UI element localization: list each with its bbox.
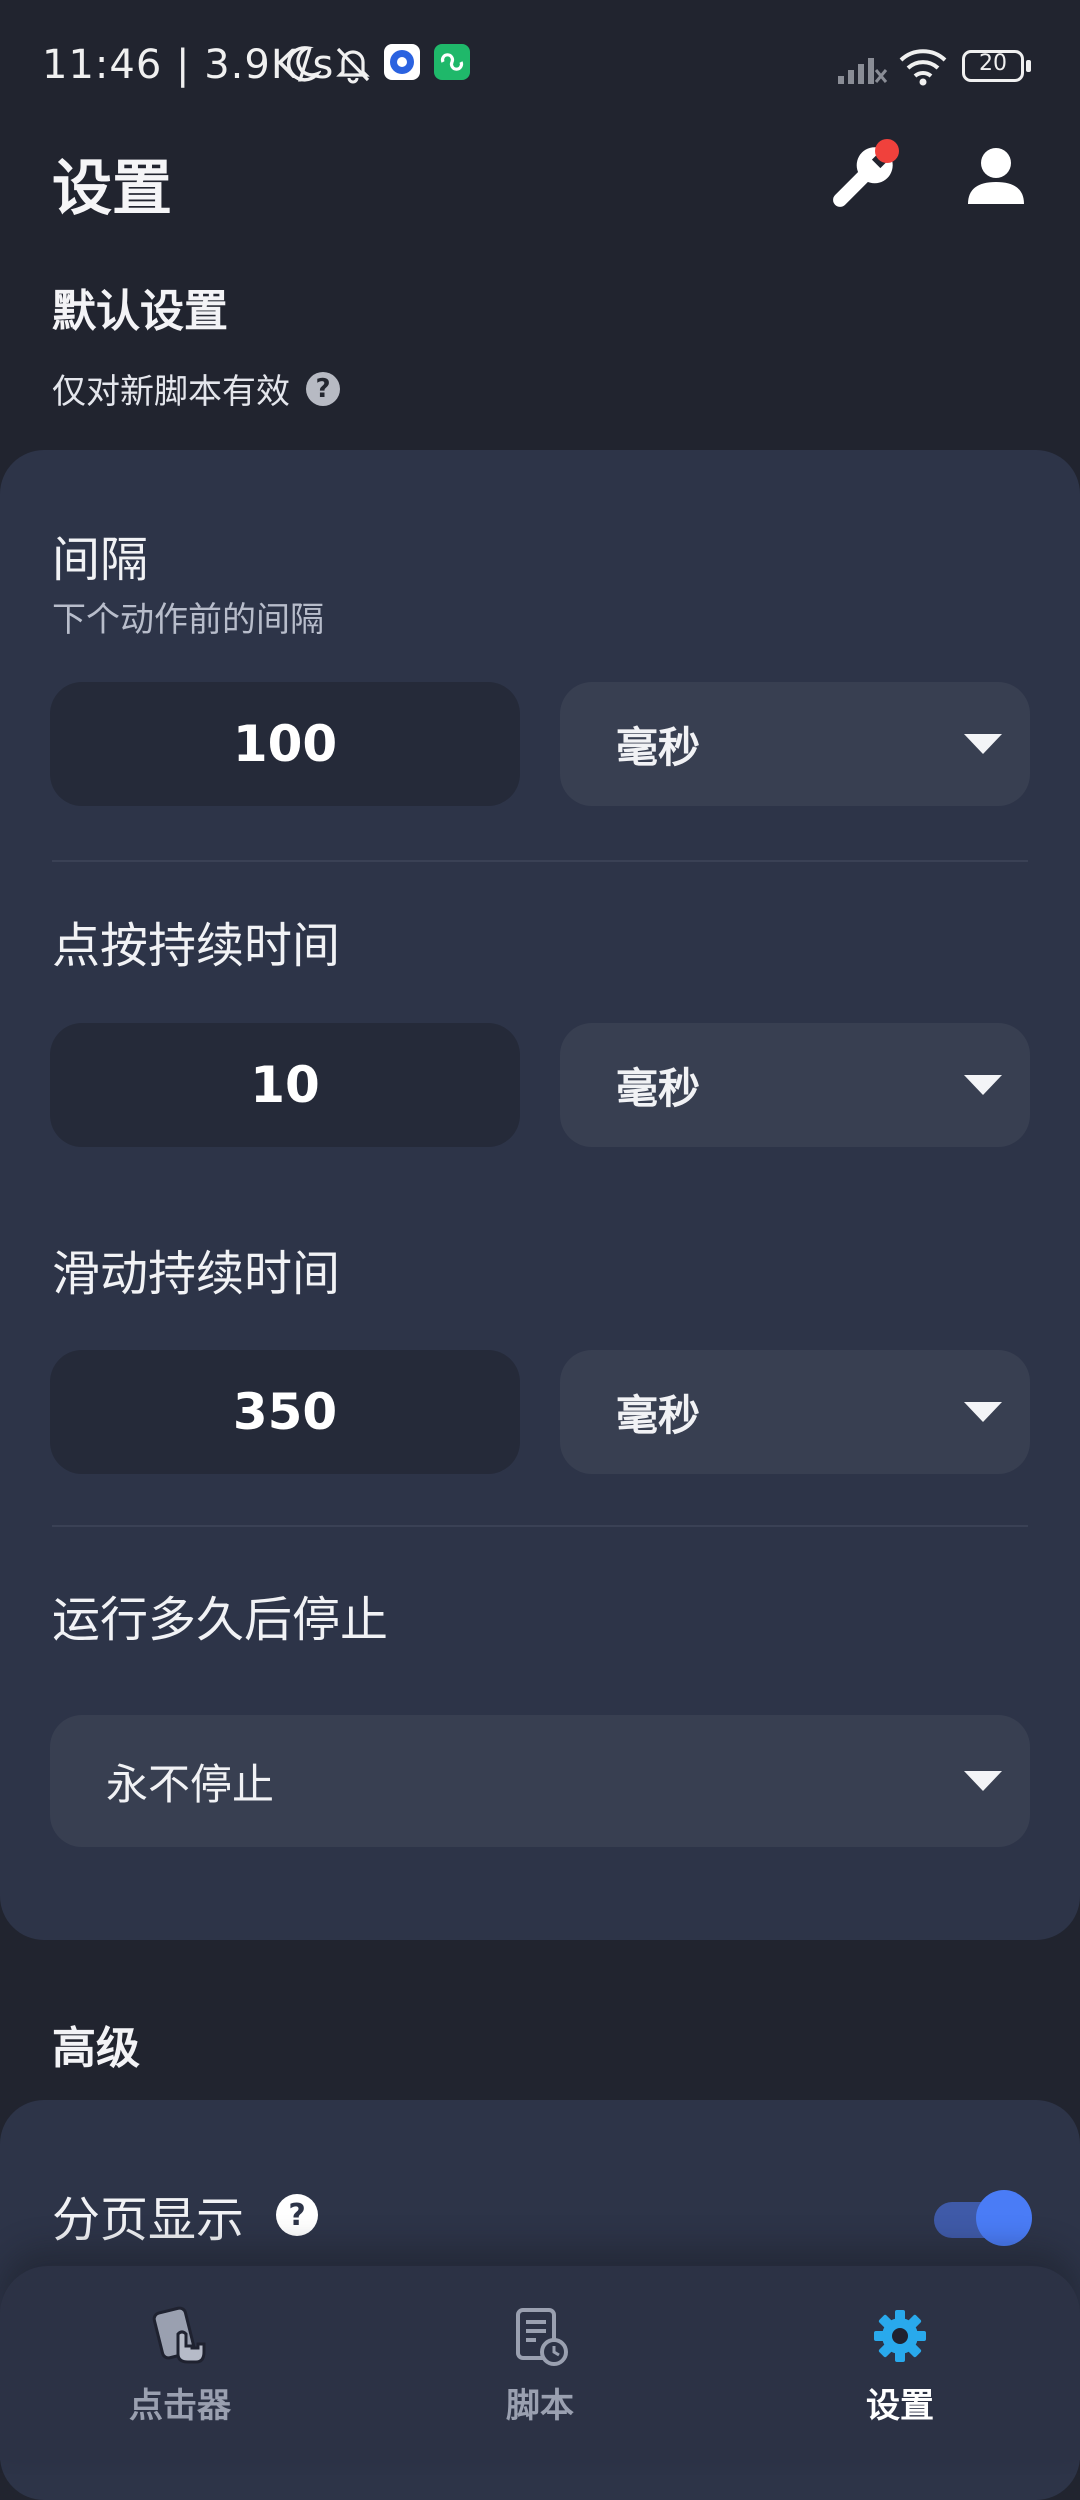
nav-label-scripts: 脚本 (506, 2386, 574, 2426)
interval-hint: 下个动作前的间隔 (52, 600, 324, 640)
bell-off-icon (336, 47, 370, 84)
tap-duration-unit-select[interactable]: 毫秒 (560, 1023, 1030, 1147)
stop-after-title: 运行多久后停止 (52, 1592, 389, 1648)
clicker-icon (152, 2306, 206, 2364)
tap-duration-title: 点按持续时间 (52, 918, 341, 974)
default-settings-subtitle: 仅对新脚本有效 ? (52, 364, 340, 413)
swipe-duration-input[interactable]: 350 (50, 1350, 520, 1474)
gear-icon (874, 2310, 926, 2362)
help-icon[interactable]: ? (306, 371, 340, 406)
account-button[interactable] (956, 138, 1036, 218)
swipe-duration-title: 滑动持续时间 (52, 1246, 341, 1302)
battery-level: 20 (979, 51, 1007, 76)
divider (52, 860, 1028, 862)
nav-item-clicker[interactable]: 点击器 (80, 2304, 280, 2427)
swipe-duration-unit-value: 毫秒 (616, 1390, 701, 1440)
dropdown-arrow-icon (964, 734, 1002, 754)
user-icon (968, 148, 1024, 204)
nav-label-clicker: 点击器 (129, 2386, 231, 2426)
app-notification-green-icon (434, 44, 470, 80)
battery-icon: 20 (962, 50, 1024, 82)
tap-duration-unit-value: 毫秒 (616, 1063, 701, 1113)
nav-item-scripts[interactable]: 脚本 (440, 2304, 640, 2427)
script-icon (516, 2308, 568, 2366)
paging-row: 分页显示 ? (52, 2180, 319, 2250)
wifi-icon (899, 49, 947, 86)
status-time: 11:46 (42, 42, 163, 88)
interval-unit-select[interactable]: 毫秒 (560, 682, 1030, 806)
paging-toggle[interactable] (932, 2186, 1032, 2250)
dropdown-arrow-icon (964, 1771, 1002, 1791)
bottom-navigation: 点击器 脚本 设置 (0, 2266, 1080, 2460)
app-notification-blue-icon (384, 44, 420, 80)
swipe-duration-unit-select[interactable]: 毫秒 (560, 1350, 1030, 1474)
moon-icon (286, 46, 321, 82)
notification-dot (875, 139, 899, 163)
interval-title: 间隔 (52, 532, 149, 588)
status-separator: | (176, 42, 205, 88)
divider (52, 1525, 1028, 1527)
paging-help-icon[interactable]: ? (276, 2194, 319, 2236)
stop-after-select[interactable]: 永不停止 (50, 1715, 1030, 1847)
advanced-heading: 高级 (52, 2023, 140, 2074)
interval-input[interactable]: 100 (50, 682, 520, 806)
signal-icon (838, 58, 888, 84)
nav-item-settings[interactable]: 设置 (800, 2304, 1000, 2427)
toggle-knob (976, 2190, 1032, 2246)
dropdown-arrow-icon (964, 1075, 1002, 1095)
interval-unit-value: 毫秒 (616, 722, 701, 772)
default-settings-heading: 默认设置 (52, 286, 228, 337)
paging-label: 分页显示 (52, 2192, 245, 2248)
page-title: 设置 (52, 154, 172, 224)
dropdown-arrow-icon (964, 1402, 1002, 1422)
battery-tip (1026, 60, 1031, 72)
nav-label-settings: 设置 (866, 2386, 934, 2426)
default-settings-subtitle-text: 仅对新脚本有效 (52, 372, 290, 412)
status-bar: 11:46 | 3.9K/s 20 (0, 0, 1080, 130)
tap-duration-input[interactable]: 10 (50, 1023, 520, 1147)
stop-after-value: 永不停止 (106, 1759, 275, 1809)
